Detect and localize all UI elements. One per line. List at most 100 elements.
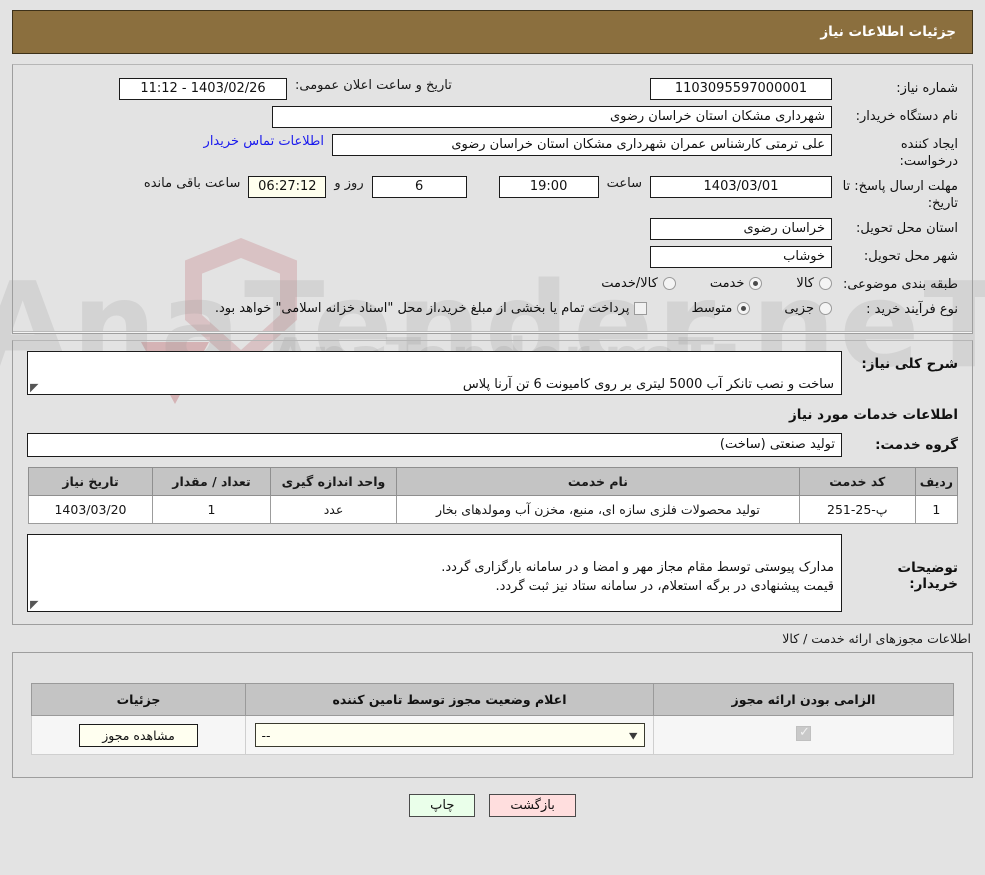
buyer-notes-value-box[interactable]: مدارک پیوستی توسط مقام مجاز مهر و امضا و… [27,534,842,612]
cell-date: 1403/03/20 [29,496,153,524]
service-group-value: تولید صنعتی (ساخت) [27,433,842,457]
radio-kala-icon[interactable] [819,277,832,290]
category-option-kala-khedmat-label: کالا/خدمت [601,276,658,291]
col-permit-details: جزئیات [32,684,246,716]
buyer-contact-link[interactable]: اطلاعات تماس خریدار [204,134,324,149]
process-option-motevaset-label: متوسط [691,301,732,316]
cell-permit-required [654,716,954,755]
services-section-title: اطلاعات خدمات مورد نیاز [13,397,972,427]
row-buyer-notes: توضیحات خریدار: مدارک پیوستی توسط مقام م… [13,532,972,624]
chevron-down-icon: ▼ [629,730,637,740]
row-need-number: شماره نیاز: 1103095597000001 تاریخ و ساع… [13,75,972,103]
remaining-time-label: ساعت باقی مانده [144,176,240,191]
permit-required-checkbox-icon [796,726,811,741]
cell-quantity: 1 [153,496,271,524]
payment-checkbox-icon[interactable] [634,302,647,315]
cell-code: پ-25-251 [799,496,915,524]
buyer-notes-value: مدارک پیوستی توسط مقام مجاز مهر و امضا و… [441,560,834,594]
row-category: طبقه بندی موضوعی: کالا خدمت کالا/خدمت [13,271,972,296]
description-label: شرح کلی نیاز: [850,351,958,372]
resize-grip-icon[interactable]: ◥ [30,383,40,393]
col-date: تاریخ نیاز [29,468,153,496]
radio-khedmat-icon[interactable] [749,277,762,290]
category-label: طبقه بندی موضوعی: [840,274,958,293]
cell-unit: عدد [271,496,397,524]
description-value: ساخت و نصب تانکر آب 5000 لیتری بر روی کا… [463,377,834,392]
permits-section-title: اطلاعات مجوزهای ارائه خدمت / کالا [0,625,985,646]
row-creator: ایجاد کننده درخواست: علی ترمتی کارشناس ع… [13,131,972,173]
col-permit-status: اعلام وضعیت مجوز توسط تامین کننده [246,684,654,716]
payment-checkbox-row[interactable]: پرداخت تمام یا بخشی از مبلغ خرید،از محل … [215,301,648,316]
deadline-date-value: 1403/03/01 [650,176,832,198]
description-value-box[interactable]: ساخت و نصب تانکر آب 5000 لیتری بر روی کا… [27,351,842,395]
panel-divider [13,331,972,333]
deadline-hour-label: ساعت [607,176,642,191]
category-option-kala[interactable]: کالا [796,276,832,291]
city-label: شهر محل تحویل: [840,246,958,265]
view-permit-button[interactable]: مشاهده مجوز [79,724,198,747]
creator-label: ایجاد کننده درخواست: [840,134,958,170]
deadline-hour-value: 19:00 [499,176,599,198]
remaining-time-value: 06:27:12 [248,176,326,198]
buyer-org-value: شهرداری مشکان استان خراسان رضوی [272,106,832,128]
category-option-kala-label: کالا [796,276,814,291]
category-option-khedmat-label: خدمت [710,276,745,291]
deadline-label: مهلت ارسال پاسخ: تا تاریخ: [840,176,958,212]
services-panel: شرح کلی نیاز: ساخت و نصب تانکر آب 5000 ل… [12,340,973,625]
row-description: شرح کلی نیاز: ساخت و نصب تانکر آب 5000 ل… [13,341,972,397]
resize-grip-icon-notes[interactable]: ◥ [30,600,40,610]
back-button[interactable]: بازگشت [489,794,575,817]
process-option-jozi-label: جزیی [784,301,814,316]
city-value: خوشاب [650,246,832,268]
row-deadline: مهلت ارسال پاسخ: تا تاریخ: 1403/03/01 سا… [13,173,972,215]
col-code: کد خدمت [799,468,915,496]
page-title-bar: جزئیات اطلاعات نیاز [12,10,973,54]
row-process-type: نوع فرآیند خرید : جزیی متوسط پرداخت تمام… [13,296,972,321]
remaining-days-value: 6 [372,176,467,198]
services-table-header-row: ردیف کد خدمت نام خدمت واحد اندازه گیری ت… [29,468,958,496]
permits-table: الزامی بودن ارائه مجوز اعلام وضعیت مجوز … [31,683,954,755]
table-row: 1 پ-25-251 تولید محصولات فلزی سازه ای، م… [29,496,958,524]
process-label: نوع فرآیند خرید : [840,299,958,318]
page-title: جزئیات اطلاعات نیاز [820,24,956,40]
row-service-group: گروه خدمت: تولید صنعتی (ساخت) [13,427,972,459]
permits-table-header-row: الزامی بودن ارائه مجوز اعلام وضعیت مجوز … [32,684,954,716]
col-quantity: تعداد / مقدار [153,468,271,496]
col-unit: واحد اندازه گیری [271,468,397,496]
cell-permit-details: مشاهده مجوز [32,716,246,755]
footer-actions: بازگشت چاپ [0,778,985,817]
need-number-label: شماره نیاز: [840,78,958,97]
payment-checkbox-label: پرداخت تمام یا بخشی از مبلغ خرید،از محل … [215,301,630,316]
service-group-label: گروه خدمت: [850,437,958,453]
remaining-days-label: روز و [334,176,363,191]
province-value: خراسان رضوی [650,218,832,240]
radio-jozi-icon[interactable] [819,302,832,315]
col-permit-required: الزامی بودن ارائه مجوز [654,684,954,716]
buyer-org-label: نام دستگاه خریدار: [840,106,958,125]
need-number-value: 1103095597000001 [650,78,832,100]
permit-status-value: -- [262,728,271,743]
col-name: نام خدمت [397,468,800,496]
permits-panel: الزامی بودن ارائه مجوز اعلام وضعیت مجوز … [12,652,973,778]
cell-permit-status: ▼ -- [246,716,654,755]
announce-value: 1403/02/26 - 11:12 [119,78,287,100]
announce-label: تاریخ و ساعت اعلان عمومی: [295,78,452,93]
radio-kala-khedmat-icon[interactable] [663,277,676,290]
permit-status-select[interactable]: ▼ -- [255,723,645,747]
category-option-khedmat[interactable]: خدمت [710,276,763,291]
buyer-notes-label: توضیحات خریدار: [850,534,958,592]
category-option-kala-khedmat[interactable]: کالا/خدمت [601,276,676,291]
services-table: ردیف کد خدمت نام خدمت واحد اندازه گیری ت… [28,467,958,524]
row-province: استان محل تحویل: خراسان رضوی [13,215,972,243]
cell-index: 1 [915,496,957,524]
need-info-panel: شماره نیاز: 1103095597000001 تاریخ و ساع… [12,64,973,334]
creator-value: علی ترمتی کارشناس عمران شهرداری مشکان اس… [332,134,832,156]
col-index: ردیف [915,468,957,496]
radio-motevaset-icon[interactable] [737,302,750,315]
province-label: استان محل تحویل: [840,218,958,237]
print-button[interactable]: چاپ [409,794,475,817]
process-option-jozi[interactable]: جزیی [784,301,832,316]
cell-name: تولید محصولات فلزی سازه ای، منبع، مخزن آ… [397,496,800,524]
row-buyer-org: نام دستگاه خریدار: شهرداری مشکان استان خ… [13,103,972,131]
process-option-motevaset[interactable]: متوسط [691,301,750,316]
